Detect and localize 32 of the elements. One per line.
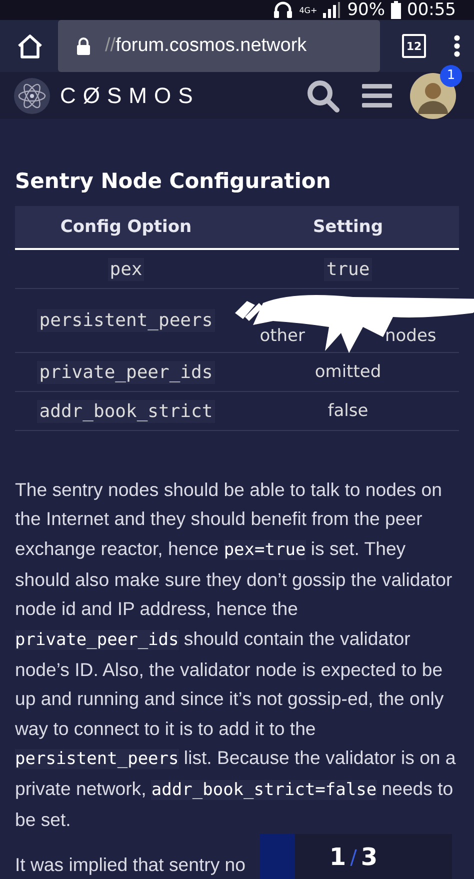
scroll-indicator (260, 834, 295, 879)
tab-count[interactable]: 12 (402, 34, 426, 58)
table-cell: false (328, 401, 368, 422)
table-cell: omitted (314, 362, 382, 382)
home-icon (16, 33, 44, 59)
headphones-icon (273, 1, 294, 19)
battery-percent: 90% (347, 0, 385, 20)
signal-icon (323, 2, 342, 18)
progress-separator: / (350, 844, 357, 868)
more-icon (454, 35, 460, 57)
table-cell: other (260, 326, 305, 346)
lock-icon (76, 37, 91, 55)
table-cell: pex (108, 258, 144, 281)
table-cell: addr_book_strict (37, 400, 215, 423)
body-paragraph: It was implied that sentry no (15, 852, 246, 877)
section-heading: Sentry Node Configuration (15, 169, 332, 194)
body-paragraph: The sentry nodes should be able to talk to nodes on the Internet and they should benefit from the peer exchange reactor, hence pex=true is set. They should also make sure they don’t gossip the validator node id and IP address, hence the private_peer_ids should contain the validator node’s ID. Also, the validator node is expected to be up and running and since it’s not gossip-ed, the only way to connect to it is to add it to the persistent_peers list. Because the validator is on a private network, addr_book_strict=false needs to be set. (15, 478, 457, 832)
atom-icon (14, 78, 50, 114)
address-bar[interactable]: //forum.cosmos.network (58, 20, 380, 72)
post-total: 3 (360, 842, 378, 870)
table-cell: persistent_peers (37, 309, 215, 332)
menu-icon (362, 84, 392, 108)
network-type: 4G+ (299, 6, 318, 14)
column-header: Config Option (59, 217, 193, 238)
table-cell: nodes (385, 326, 436, 346)
search-icon (306, 78, 340, 113)
clock: 00:55 (407, 0, 456, 20)
battery-icon (391, 1, 401, 19)
table-cell: private_peer_ids (37, 360, 215, 384)
current-post: 1 (329, 842, 346, 870)
column-header: Setting (312, 217, 384, 238)
table-cell: true (324, 258, 372, 281)
